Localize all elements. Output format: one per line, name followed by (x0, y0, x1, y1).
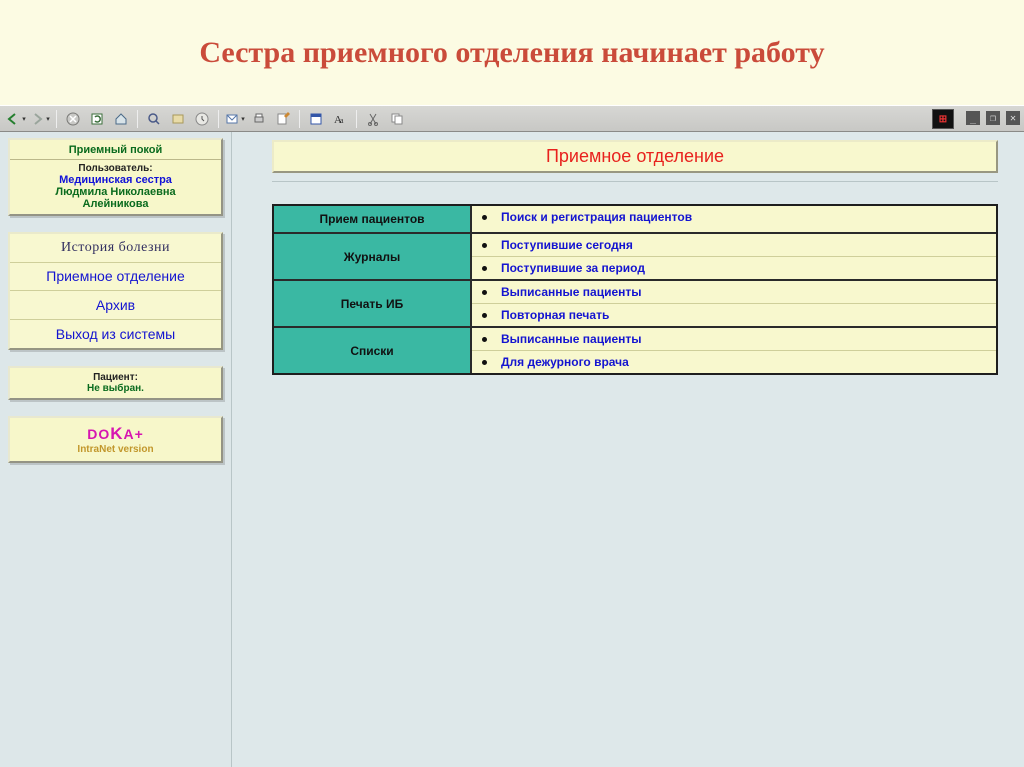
menu-link-search-register[interactable]: Поиск и регистрация пациентов (472, 206, 996, 228)
back-button[interactable]: ▾ (5, 108, 27, 130)
browser-toolbar: ▾ ▾ ▾ Aa ⊞ _ ❐ ✕ (0, 105, 1024, 132)
menu-row: Прием пациентов Поиск и регистрация паци… (274, 206, 996, 234)
search-button[interactable] (143, 108, 165, 130)
patient-label: Пациент: (16, 372, 215, 383)
nav-item-logout[interactable]: Выход из системы (10, 320, 221, 348)
menu-category-lists: Списки (274, 328, 472, 373)
svg-text:a: a (340, 116, 344, 125)
dropdown-arrow-icon: ▾ (241, 115, 245, 123)
user-name-line2: Алейникова (16, 198, 215, 210)
bullet-icon (482, 313, 487, 318)
find-button[interactable]: Aa (329, 108, 351, 130)
nav-item-archive[interactable]: Архив (10, 291, 221, 320)
menu-row: Журналы Поступившие сегодня Поступившие … (274, 234, 996, 281)
divider (272, 181, 998, 182)
brand-logo-post: A+ (123, 426, 143, 442)
history-button[interactable] (191, 108, 213, 130)
user-name-line1: Людмила Николаевна (16, 186, 215, 198)
user-panel-title: Приемный покой (16, 144, 215, 156)
menu-row: Печать ИБ Выписанные пациенты Повторная … (274, 281, 996, 328)
department-title: Приемное отделение (272, 140, 998, 173)
minimize-button[interactable]: _ (966, 111, 980, 125)
bullet-icon (482, 243, 487, 248)
bullet-icon (482, 360, 487, 365)
user-role: Медицинская сестра (16, 174, 215, 186)
menu-link-reprint[interactable]: Повторная печать (472, 304, 996, 326)
menu-table: Прием пациентов Поиск и регистрация паци… (272, 204, 998, 375)
patient-value: Не выбран. (16, 383, 215, 394)
refresh-button[interactable] (86, 108, 108, 130)
bullet-icon (482, 266, 487, 271)
menu-row: Списки Выписанные пациенты Для дежурного… (274, 328, 996, 373)
menu-link-label: Поступившие за период (501, 261, 645, 275)
menu-link-discharged-list[interactable]: Выписанные пациенты (472, 328, 996, 351)
dropdown-arrow-icon: ▾ (22, 115, 26, 123)
nav-item-admission-dept[interactable]: Приемное отделение (10, 263, 221, 291)
menu-link-discharged[interactable]: Выписанные пациенты (472, 281, 996, 304)
menu-link-duty-doctor[interactable]: Для дежурного врача (472, 351, 996, 373)
user-panel: Приемный покой Пользователь: Медицинская… (8, 138, 223, 216)
windows-logo-icon: ⊞ (932, 109, 954, 129)
mail-button[interactable]: ▾ (224, 108, 246, 130)
toolbar-separator (56, 110, 57, 128)
close-button[interactable]: ✕ (1006, 111, 1020, 125)
toolbar-separator (356, 110, 357, 128)
menu-link-label: Выписанные пациенты (501, 285, 642, 299)
print-button[interactable] (248, 108, 270, 130)
bullet-icon (482, 215, 487, 220)
bullet-icon (482, 290, 487, 295)
menu-category-admission: Прием пациентов (274, 206, 472, 232)
stop-button[interactable] (62, 108, 84, 130)
menu-link-label: Поступившие сегодня (501, 238, 633, 252)
slide-title: Сестра приемного отделения начинает рабо… (199, 36, 824, 70)
home-button[interactable] (110, 108, 132, 130)
forward-button[interactable]: ▾ (29, 108, 51, 130)
nav-item-history[interactable]: История болезни (10, 234, 221, 263)
patient-panel: Пациент: Не выбран. (8, 366, 223, 400)
window-controls: _ ❐ ✕ (966, 111, 1020, 125)
slide-title-bar: Сестра приемного отделения начинает рабо… (0, 0, 1024, 105)
media-button[interactable] (305, 108, 327, 130)
menu-link-label: Выписанные пациенты (501, 332, 642, 346)
user-label: Пользователь: (16, 163, 215, 174)
nav-panel: История болезни Приемное отделение Архив… (8, 232, 223, 350)
menu-link-label: Поиск и регистрация пациентов (501, 210, 692, 224)
brand-logo-big: K (110, 424, 123, 443)
dropdown-arrow-icon: ▾ (46, 115, 50, 123)
restore-button[interactable]: ❐ (986, 111, 1000, 125)
bullet-icon (482, 337, 487, 342)
menu-link-period[interactable]: Поступившие за период (472, 257, 996, 279)
brand-subtitle: IntraNet version (16, 444, 215, 455)
content-area: Приемное отделение Прием пациентов Поиск… (232, 132, 1024, 767)
brand-logo-pre: DO (87, 426, 110, 442)
sidebar: Приемный покой Пользователь: Медицинская… (0, 132, 232, 767)
brand-panel: DOKA+ IntraNet version (8, 416, 223, 463)
copy-button[interactable] (386, 108, 408, 130)
menu-category-print: Печать ИБ (274, 281, 472, 326)
toolbar-separator (299, 110, 300, 128)
cut-button[interactable] (362, 108, 384, 130)
favorites-button[interactable] (167, 108, 189, 130)
toolbar-separator (137, 110, 138, 128)
menu-link-label: Повторная печать (501, 308, 609, 322)
menu-link-today[interactable]: Поступившие сегодня (472, 234, 996, 257)
brand-logo: DOKA+ (16, 424, 215, 444)
toolbar-separator (218, 110, 219, 128)
edit-button[interactable] (272, 108, 294, 130)
menu-link-label: Для дежурного врача (501, 355, 629, 369)
menu-category-journals: Журналы (274, 234, 472, 279)
